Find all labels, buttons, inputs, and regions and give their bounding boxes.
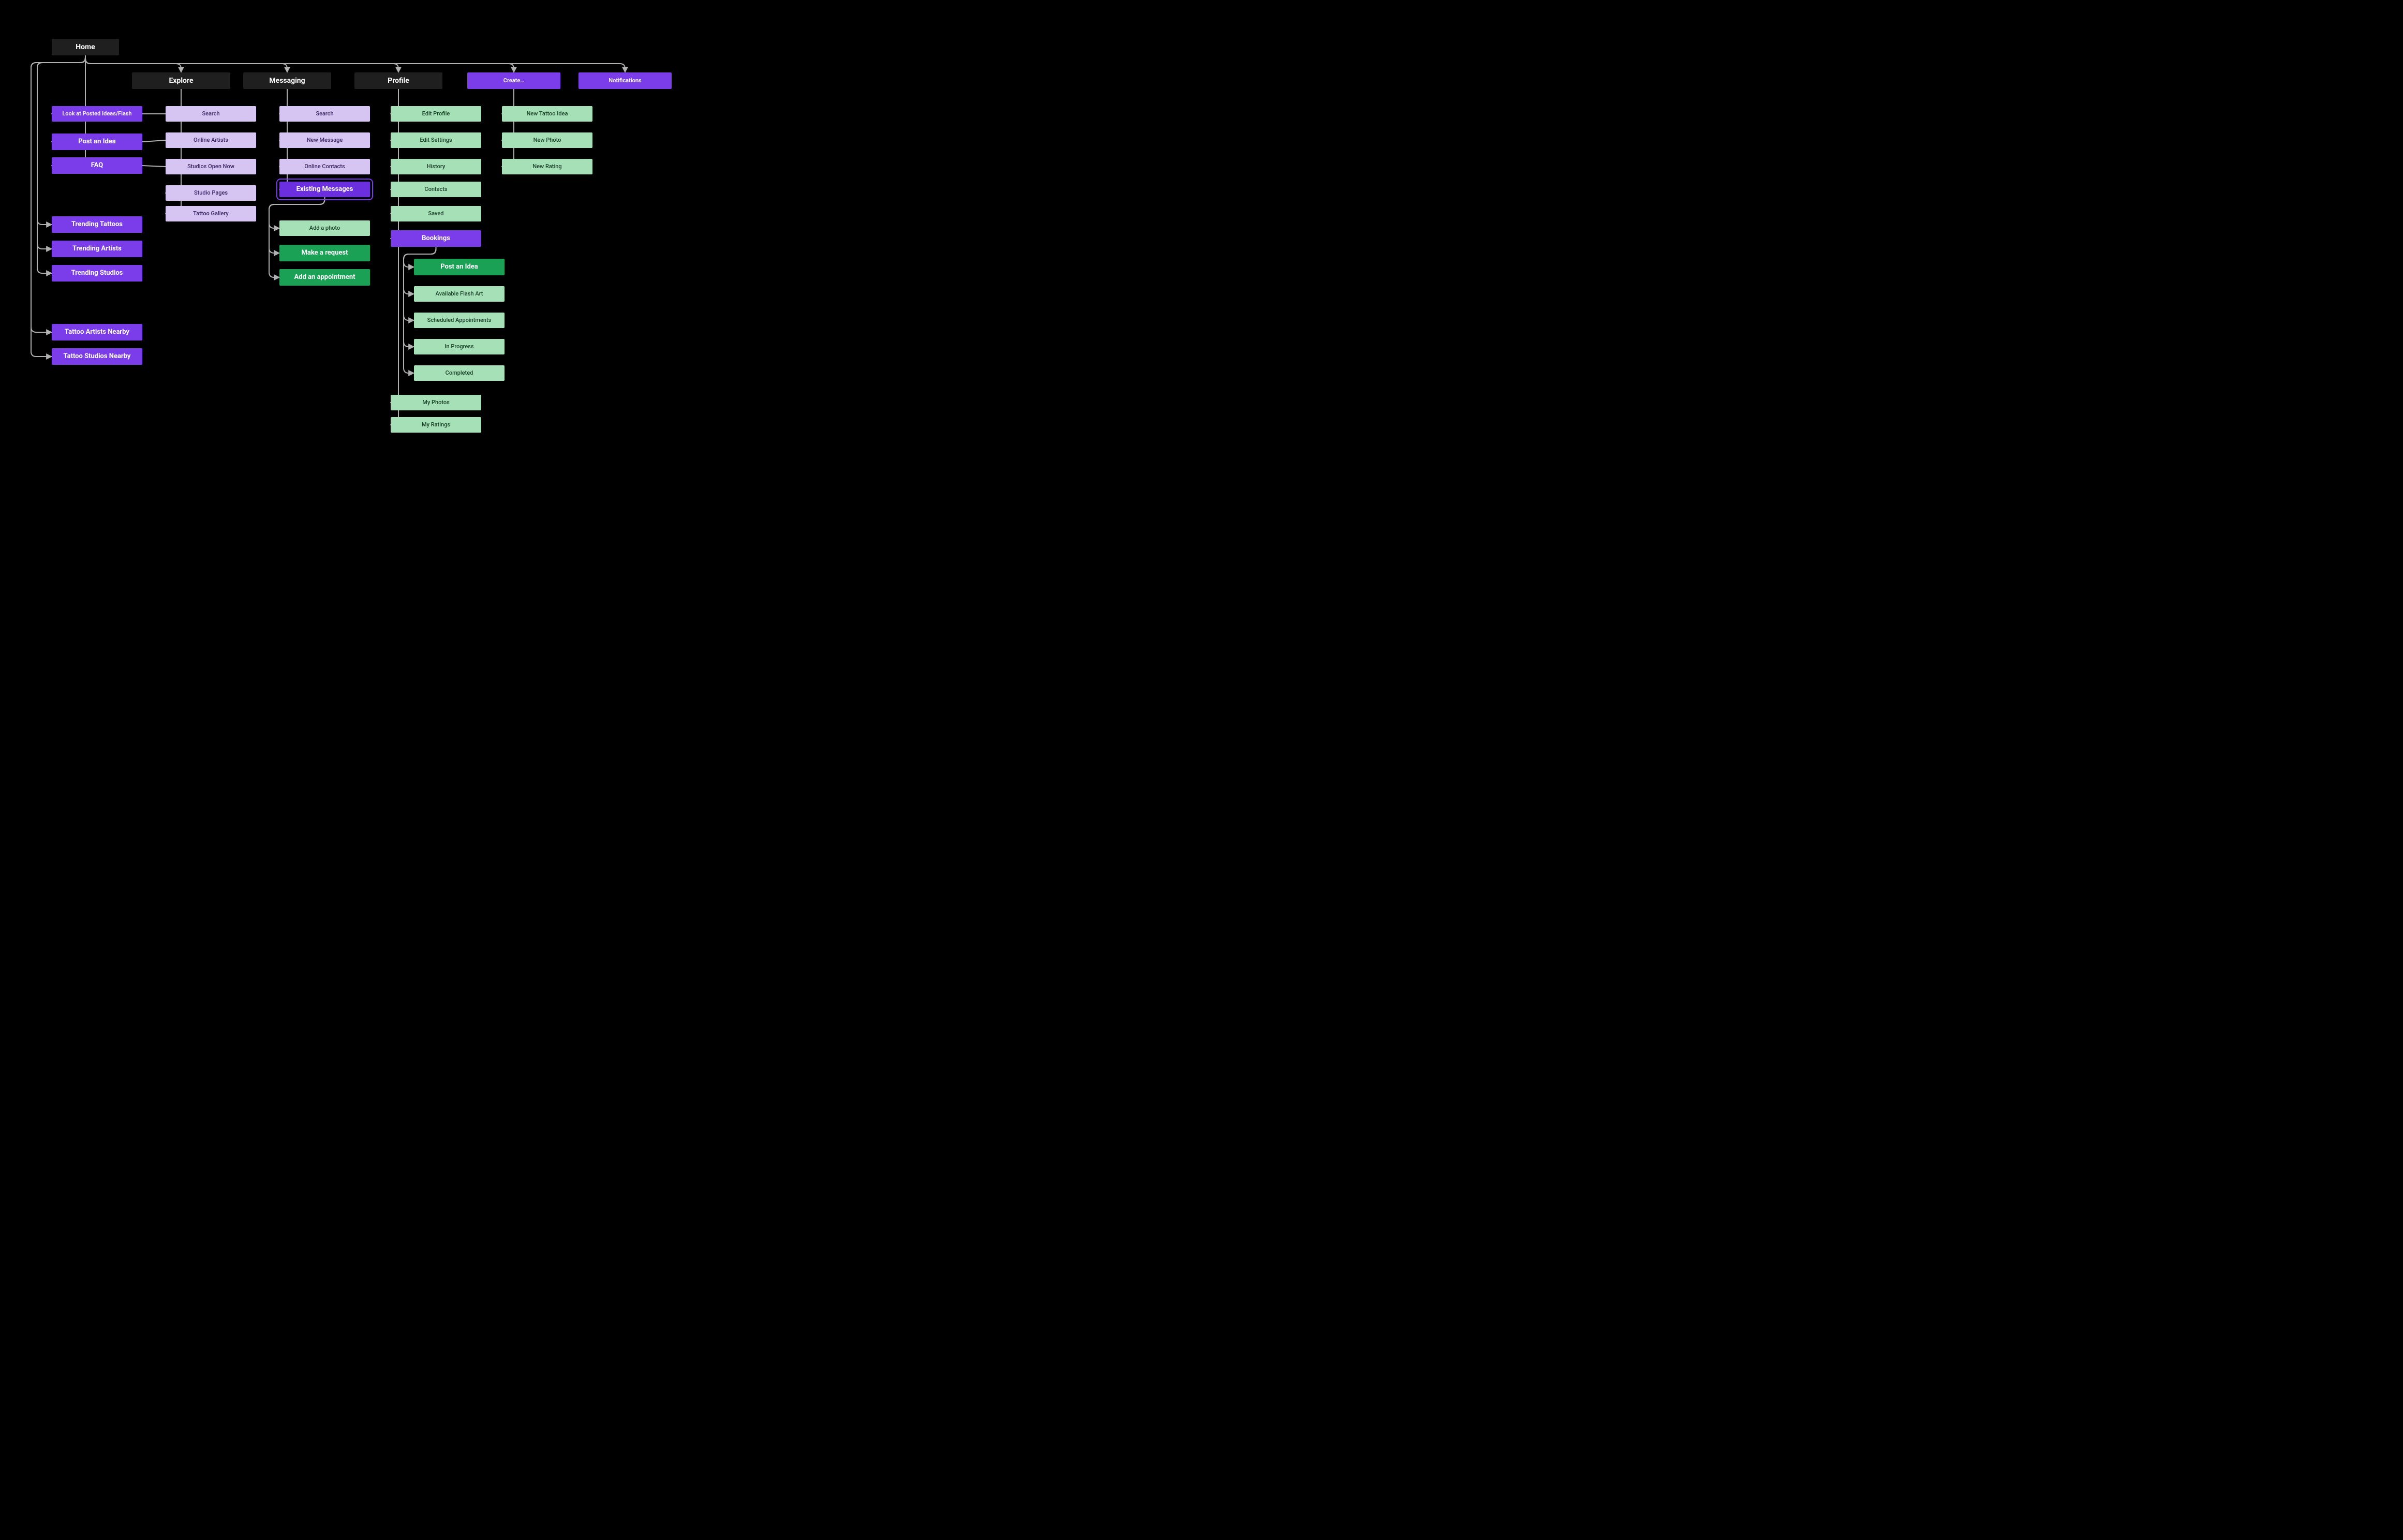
node-cr-rating[interactable]: New Rating [502,159,592,174]
node-ex-search[interactable]: Search [166,106,256,122]
node-bk-flash[interactable]: Available Flash Art [414,286,505,302]
arrow-home-to-studios-near [31,55,85,357]
node-trend-studio[interactable]: Trending Studios [52,265,142,282]
arrow-profile-to-prof-history [391,89,398,167]
node-post-idea[interactable]: Post an Idea [52,134,142,150]
arrow-messaging-to-msg-online [279,89,287,167]
node-ex-open[interactable]: Studios Open Now [166,159,256,174]
arrow-prof-bookings-to-bk-sched [404,247,436,320]
node-faq[interactable]: FAQ [52,157,142,174]
node-ex-gallery[interactable]: Tattoo Gallery [166,206,256,221]
node-prof-ratings[interactable]: My Ratings [391,417,481,433]
arrow-home-to-post-idea [52,55,85,142]
node-artists-near[interactable]: Tattoo Artists Nearby [52,324,142,340]
node-msg-search[interactable]: Search [279,106,370,122]
node-prof-settings[interactable]: Edit Settings [391,132,481,148]
node-notifications[interactable]: Notifications [578,72,672,89]
node-bk-progress[interactable]: In Progress [414,339,505,354]
node-trend-artist[interactable]: Trending Artists [52,241,142,257]
node-ex-pages[interactable]: Studio Pages [166,185,256,201]
node-msg-request[interactable]: Make a request [279,245,370,261]
node-msg-existing[interactable]: Existing Messages [279,182,370,197]
node-msg-appt[interactable]: Add an appointment [279,269,370,286]
node-studios-near[interactable]: Tattoo Studios Nearby [52,348,142,365]
node-msg-new[interactable]: New Message [279,132,370,148]
node-prof-edit[interactable]: Edit Profile [391,106,481,122]
node-messaging[interactable]: Messaging [243,72,331,89]
node-cr-photo[interactable]: New Photo [502,132,592,148]
node-msg-online[interactable]: Online Contacts [279,159,370,174]
node-prof-saved[interactable]: Saved [391,206,481,221]
arrow-home-to-look-posted [52,55,85,114]
node-home[interactable]: Home [52,39,119,55]
arrow-home-to-artists-near [31,55,85,332]
node-cr-idea[interactable]: New Tattoo Idea [502,106,592,122]
node-prof-photos[interactable]: My Photos [391,395,481,410]
node-look-posted[interactable]: Look at Posted Ideas/Flash [52,106,142,122]
node-bk-sched[interactable]: Scheduled Appointments [414,313,505,328]
node-prof-contacts[interactable]: Contacts [391,182,481,197]
node-bk-postidea[interactable]: Post an Idea [414,259,505,275]
arrow-create-to-cr-rating [502,89,514,167]
node-prof-history[interactable]: History [391,159,481,174]
node-create[interactable]: Create… [467,72,560,89]
node-bk-complete[interactable]: Completed [414,365,505,381]
arrow-explore-to-ex-open [166,89,181,167]
node-explore[interactable]: Explore [132,72,230,89]
node-profile[interactable]: Profile [354,72,442,89]
node-trend-tattoo[interactable]: Trending Tattoos [52,216,142,233]
arrow-msg-existing-to-msg-appt [269,197,325,277]
node-ex-online[interactable]: Online Artists [166,132,256,148]
arrow-home-to-notifications [85,55,625,72]
arrow-post-idea-to-ex-online [142,140,166,142]
arrow-faq-to-ex-open [142,166,166,167]
node-msg-addphoto[interactable]: Add a photo [279,220,370,236]
node-prof-bookings[interactable]: Bookings [391,230,481,247]
